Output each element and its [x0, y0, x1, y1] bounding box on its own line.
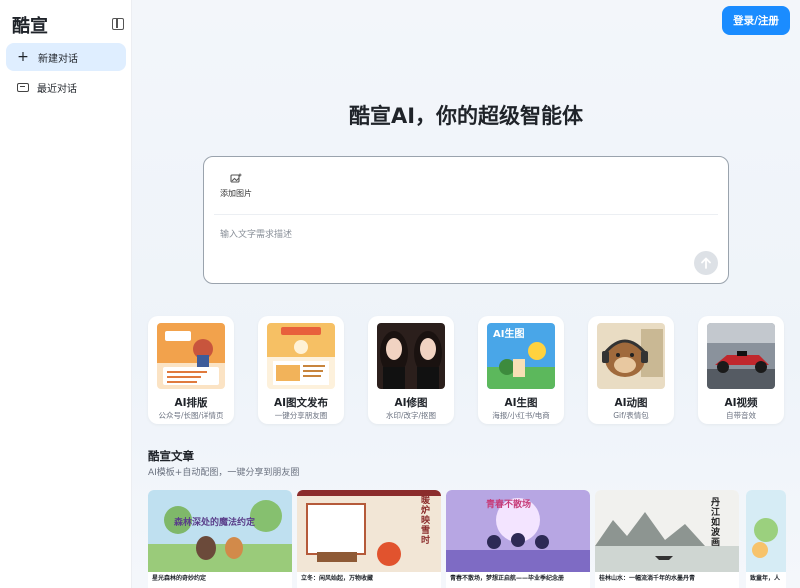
- tool-name: AI排版: [174, 397, 208, 409]
- sidebar-item-label: 新建对话: [38, 53, 78, 65]
- article-card[interactable]: 丹江如波画 桂林山水：一幅流淌千年的水墨丹青: [595, 490, 739, 588]
- add-image-label: 添加图片: [220, 189, 252, 198]
- prompt-input[interactable]: [220, 225, 690, 245]
- article-cover: [297, 490, 441, 572]
- tool-desc: 公众号/长图/详情页: [158, 411, 224, 420]
- image-upload-icon: [230, 173, 242, 183]
- divider: [214, 214, 718, 215]
- article-list: 森林深处的魔法约定 星光森林的奇妙约定 暖炉映雪时 立冬：闲风始起，万物收藏 青…: [148, 490, 800, 588]
- article-card[interactable]: 青春不散场 青春不散场，梦想正启航——毕业季纪念册: [446, 490, 590, 588]
- sidebar: 酷宣 + 新建对话 最近对话: [0, 0, 132, 588]
- article-caption: 立冬：闲风始起，万物收藏: [301, 575, 374, 582]
- tool-thumbnail: AI生图: [487, 323, 555, 389]
- tool-desc: Gif/表情包: [613, 411, 649, 420]
- article-card[interactable]: 致童年，人: [746, 490, 786, 588]
- tool-card-ai-video[interactable]: AI视频 自带音效: [698, 316, 784, 424]
- login-register-button[interactable]: 登录/注册: [722, 6, 790, 35]
- article-caption: 致童年，人: [750, 575, 781, 582]
- page-title: 酷宣AI，你的超级智能体: [348, 104, 584, 128]
- tool-card-ai-retouch[interactable]: AI修图 水印/改字/抠图: [368, 316, 454, 424]
- article-cover: [746, 490, 786, 572]
- article-art-text: 丹江如波画: [711, 498, 721, 548]
- tool-card-ai-image-gen[interactable]: AI生图 AI生图 海报/小红书/电商: [478, 316, 564, 424]
- article-caption: 青春不散场，梦想正启航——毕业季纪念册: [450, 575, 565, 582]
- articles-section-title: 酷宣文章: [148, 449, 194, 463]
- tool-thumbnail: [597, 323, 665, 389]
- article-caption: 星光森林的奇妙约定: [152, 575, 207, 582]
- tool-card-ai-post[interactable]: AI图文发布 一键分享朋友圈: [258, 316, 344, 424]
- article-art-text: 暖炉映雪时: [421, 496, 431, 546]
- tool-thumbnail: [267, 323, 335, 389]
- plus-icon: +: [17, 49, 29, 65]
- article-caption: 桂林山水：一幅流淌千年的水墨丹青: [599, 575, 696, 582]
- tool-name: AI动图: [614, 397, 648, 409]
- thumbnail-label: AI生图: [493, 327, 524, 340]
- brand-logo: 酷宣: [12, 16, 48, 37]
- tool-desc: 海报/小红书/电商: [492, 411, 550, 420]
- tool-desc: 水印/改字/抠图: [385, 411, 437, 420]
- tool-name: AI图文发布: [273, 397, 329, 409]
- tool-thumbnail: [707, 323, 775, 389]
- tool-card-ai-animation[interactable]: AI动图 Gif/表情包: [588, 316, 674, 424]
- article-art-text: 青春不散场: [486, 500, 532, 510]
- arrow-up-icon: [701, 257, 711, 269]
- tool-desc: 自带音效: [726, 411, 756, 420]
- send-button[interactable]: [694, 251, 718, 275]
- chat-icon: [17, 82, 29, 92]
- tool-card-ai-layout[interactable]: AI排版 公众号/长图/详情页: [148, 316, 234, 424]
- tool-name: AI修图: [394, 397, 428, 409]
- main-content: 登录/注册 酷宣AI，你的超级智能体 添加图片 输入文字需求描述 AI排版 公众…: [132, 0, 800, 588]
- add-image-button[interactable]: 添加图片: [214, 169, 258, 209]
- tool-desc: 一键分享朋友圈: [274, 411, 328, 420]
- tool-grid: AI排版 公众号/长图/详情页 AI图文发布 一键分享朋友圈 AI修图 水印/改…: [148, 316, 788, 426]
- article-art-text: 森林深处的魔法约定: [174, 518, 256, 528]
- sidebar-collapse-icon[interactable]: [112, 18, 124, 30]
- article-cover: [148, 490, 292, 572]
- article-card[interactable]: 森林深处的魔法约定 星光森林的奇妙约定: [148, 490, 292, 588]
- tool-thumbnail: [377, 323, 445, 389]
- sidebar-item-label: 最近对话: [37, 83, 77, 95]
- articles-section-subtitle: AI模板+自动配图，一键分享到朋友圈: [148, 468, 300, 478]
- article-card[interactable]: 暖炉映雪时 立冬：闲风始起，万物收藏: [297, 490, 441, 588]
- tool-name: AI视频: [724, 397, 758, 409]
- sidebar-item-recent-chats[interactable]: 最近对话: [6, 73, 126, 101]
- tool-name: AI生图: [504, 397, 538, 409]
- composer: 添加图片: [203, 156, 729, 284]
- tool-thumbnail: [157, 323, 225, 389]
- sidebar-item-new-chat[interactable]: + 新建对话: [6, 43, 126, 71]
